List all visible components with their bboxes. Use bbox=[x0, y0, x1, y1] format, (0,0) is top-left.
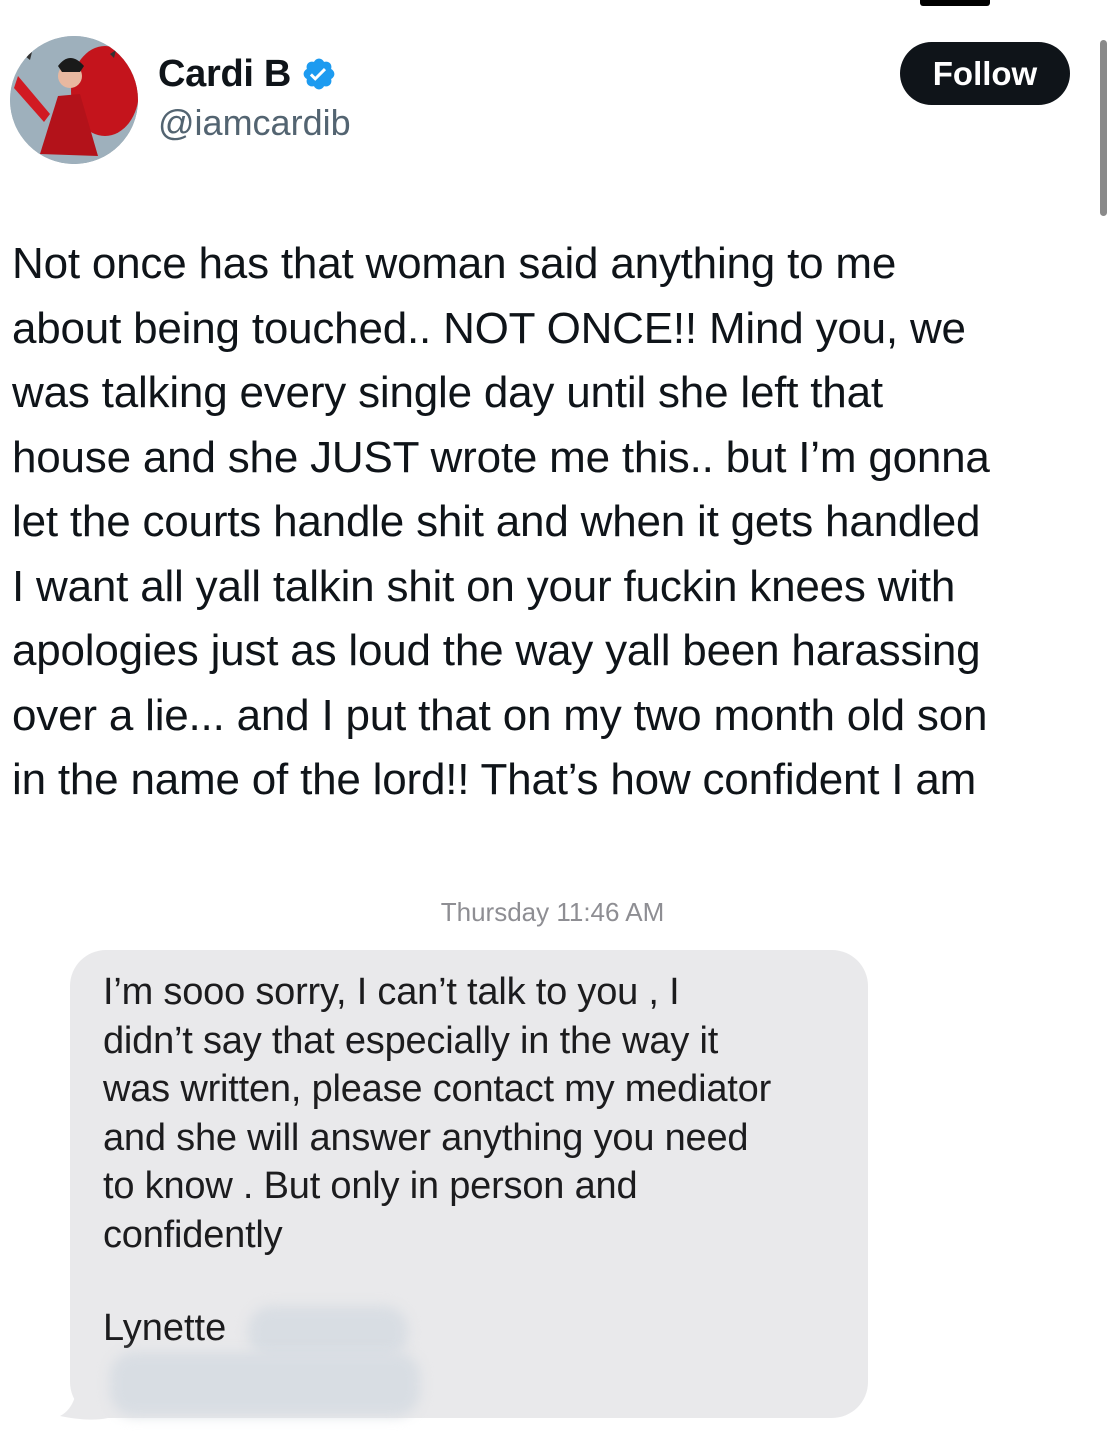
handle[interactable]: @iamcardib bbox=[158, 102, 351, 144]
bubble-tail-icon bbox=[60, 1380, 108, 1420]
avatar-image bbox=[10, 36, 138, 164]
redacted-contact bbox=[110, 1352, 420, 1416]
tweet-screenshot: Cardi B @iamcardib Follow Not once has t… bbox=[0, 0, 1112, 1440]
display-name[interactable]: Cardi B bbox=[158, 53, 291, 96]
scrollbar[interactable] bbox=[1100, 40, 1107, 216]
verified-badge-icon bbox=[303, 58, 335, 90]
app-logo-fragment bbox=[920, 0, 990, 6]
message-signature: Lynette bbox=[103, 1307, 227, 1349]
redacted-surname bbox=[248, 1306, 408, 1358]
avatar[interactable] bbox=[10, 36, 138, 164]
message-text: I’m sooo sorry, I can’t talk to you , I … bbox=[103, 971, 772, 1256]
follow-button[interactable]: Follow bbox=[900, 42, 1070, 105]
author-block: Cardi B @iamcardib bbox=[158, 52, 351, 144]
name-row: Cardi B bbox=[158, 52, 351, 96]
message-timestamp: Thursday 11:46 AM bbox=[440, 897, 665, 927]
tweet-text: Not once has that woman said anything to… bbox=[12, 239, 990, 804]
